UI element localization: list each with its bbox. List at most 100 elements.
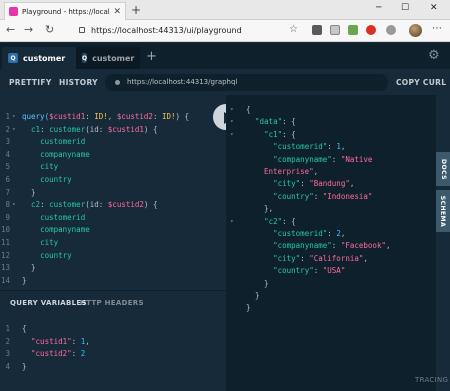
- line-number: 8: [5, 200, 10, 210]
- code-line: 10 companyname: [0, 224, 226, 236]
- extension-icon[interactable]: [312, 25, 322, 35]
- result-text: "customerid": 2,: [246, 227, 345, 240]
- code-line: 4}: [0, 361, 226, 373]
- query-editor[interactable]: 1 ▾ query($custid1: ID!, $custid2: ID!) {2…: [0, 95, 226, 290]
- schema-tab[interactable]: SCHEMA: [436, 190, 450, 232]
- result-text: "companyname": "Facebook",: [246, 239, 391, 252]
- result-line: ▾ "c1": {: [226, 128, 436, 141]
- code-text: query($custid1: ID!, $custid2: ID!) {: [22, 111, 189, 123]
- code-text: {: [22, 323, 27, 335]
- tracing-button[interactable]: TRACING: [415, 376, 448, 384]
- docs-tab[interactable]: DOCS: [436, 152, 450, 186]
- query-tab[interactable]: Q customer: [76, 47, 140, 69]
- result-line: }: [226, 277, 436, 290]
- result-text: "c1": {: [246, 128, 296, 141]
- code-token: :: [40, 124, 50, 134]
- query-variables-tab[interactable]: QUERY VARIABLES: [10, 299, 87, 307]
- code-token: :: [300, 179, 310, 189]
- forward-icon[interactable]: →: [24, 24, 33, 36]
- fold-arrow-icon[interactable]: ▾: [230, 103, 234, 116]
- code-text: }: [22, 361, 27, 373]
- code-text: "custid1": 1,: [22, 336, 90, 348]
- result-text: {: [246, 103, 251, 116]
- line-number: 1: [5, 324, 10, 333]
- code-token: }: [22, 263, 36, 273]
- connection-status-icon: [115, 80, 120, 85]
- extension-icon[interactable]: [366, 25, 376, 35]
- prettify-button[interactable]: PRETTIFY: [9, 75, 52, 90]
- fold-arrow-icon[interactable]: ▾: [12, 199, 16, 211]
- minimize-icon[interactable]: ─: [376, 3, 381, 13]
- tab-label: customer: [23, 53, 66, 63]
- code-text: companyname: [22, 224, 90, 236]
- tab-label: customer: [92, 53, 135, 63]
- line-number: 3: [5, 137, 10, 147]
- result-panel: ▾{▾ "data": {▾ "c1": { "customerid": 1, …: [226, 95, 436, 391]
- add-tab-button[interactable]: +: [146, 50, 157, 63]
- result-line: Enterprise",: [226, 165, 436, 178]
- copy-curl-button[interactable]: COPY CURL: [396, 75, 446, 90]
- result-text: "data": {: [246, 115, 296, 128]
- code-token: ) {: [143, 124, 158, 134]
- http-headers-tab[interactable]: HTTP HEADERS: [80, 299, 144, 307]
- extension-icon[interactable]: [330, 25, 340, 35]
- extension-icon[interactable]: [386, 25, 396, 35]
- query-badge: Q: [82, 53, 88, 63]
- query-variables-panel[interactable]: QUERY VARIABLES HTTP HEADERS 1 {2 "custid…: [0, 290, 226, 391]
- fold-arrow-icon[interactable]: ▾: [230, 215, 234, 228]
- line-number: 10: [0, 225, 10, 235]
- refresh-icon[interactable]: ↻: [45, 24, 54, 36]
- extension-icon[interactable]: [348, 25, 358, 35]
- result-line: "customerid": 2,: [226, 227, 436, 240]
- code-line: 5 city: [0, 161, 226, 173]
- code-token: }: [246, 291, 260, 300]
- code-token: :: [313, 191, 323, 201]
- fold-arrow-icon[interactable]: ▾: [12, 124, 16, 136]
- endpoint-input[interactable]: https://localhost:44313/graphql: [105, 74, 388, 91]
- history-button[interactable]: HISTORY: [59, 75, 98, 90]
- fold-arrow-icon[interactable]: ▾: [230, 128, 234, 141]
- browser-tab[interactable]: Playground - https://localhost:44 ✕: [4, 2, 126, 20]
- browser-tab-title: Playground - https://localhost:44: [22, 7, 110, 16]
- code-token: ,: [385, 241, 391, 251]
- code-token: 2: [80, 349, 86, 359]
- line-number: 11: [0, 238, 10, 247]
- settings-gear-icon[interactable]: ⚙: [428, 48, 440, 63]
- code-token: customer: [49, 200, 86, 210]
- code-text: }: [22, 262, 36, 274]
- url-input[interactable]: https://localhost:44313/ui/playground: [91, 23, 242, 39]
- code-token: }: [246, 303, 251, 313]
- code-text: c1: customer(id: $custid1) {: [22, 124, 157, 136]
- code-text: country: [22, 174, 72, 186]
- more-menu-icon[interactable]: ⋯: [432, 23, 442, 34]
- lock-icon: [79, 27, 85, 33]
- new-tab-button[interactable]: +: [131, 2, 141, 18]
- maximize-icon[interactable]: ☐: [401, 3, 409, 13]
- favorite-star-icon[interactable]: ☆: [289, 24, 298, 36]
- avatar[interactable]: [409, 24, 422, 37]
- code-token: city: [40, 162, 59, 172]
- query-tab[interactable]: Q customer: [2, 47, 76, 69]
- result-line: },: [226, 202, 436, 215]
- back-icon[interactable]: ←: [6, 24, 15, 36]
- close-tab-icon[interactable]: ✕: [113, 7, 121, 17]
- code-token: query(: [22, 112, 50, 121]
- code-token: $custid2: [116, 112, 153, 121]
- code-token: "companyname": [273, 241, 332, 251]
- fold-arrow-icon[interactable]: ▾: [230, 115, 234, 128]
- result-text: }: [246, 277, 269, 290]
- docs-label: DOCS: [439, 158, 447, 180]
- code-token: ,: [340, 229, 346, 238]
- line-number: 1: [5, 112, 10, 121]
- fold-arrow-icon[interactable]: ▾: [12, 111, 16, 123]
- code-token: },: [246, 204, 274, 214]
- close-window-icon[interactable]: ✕: [430, 3, 438, 13]
